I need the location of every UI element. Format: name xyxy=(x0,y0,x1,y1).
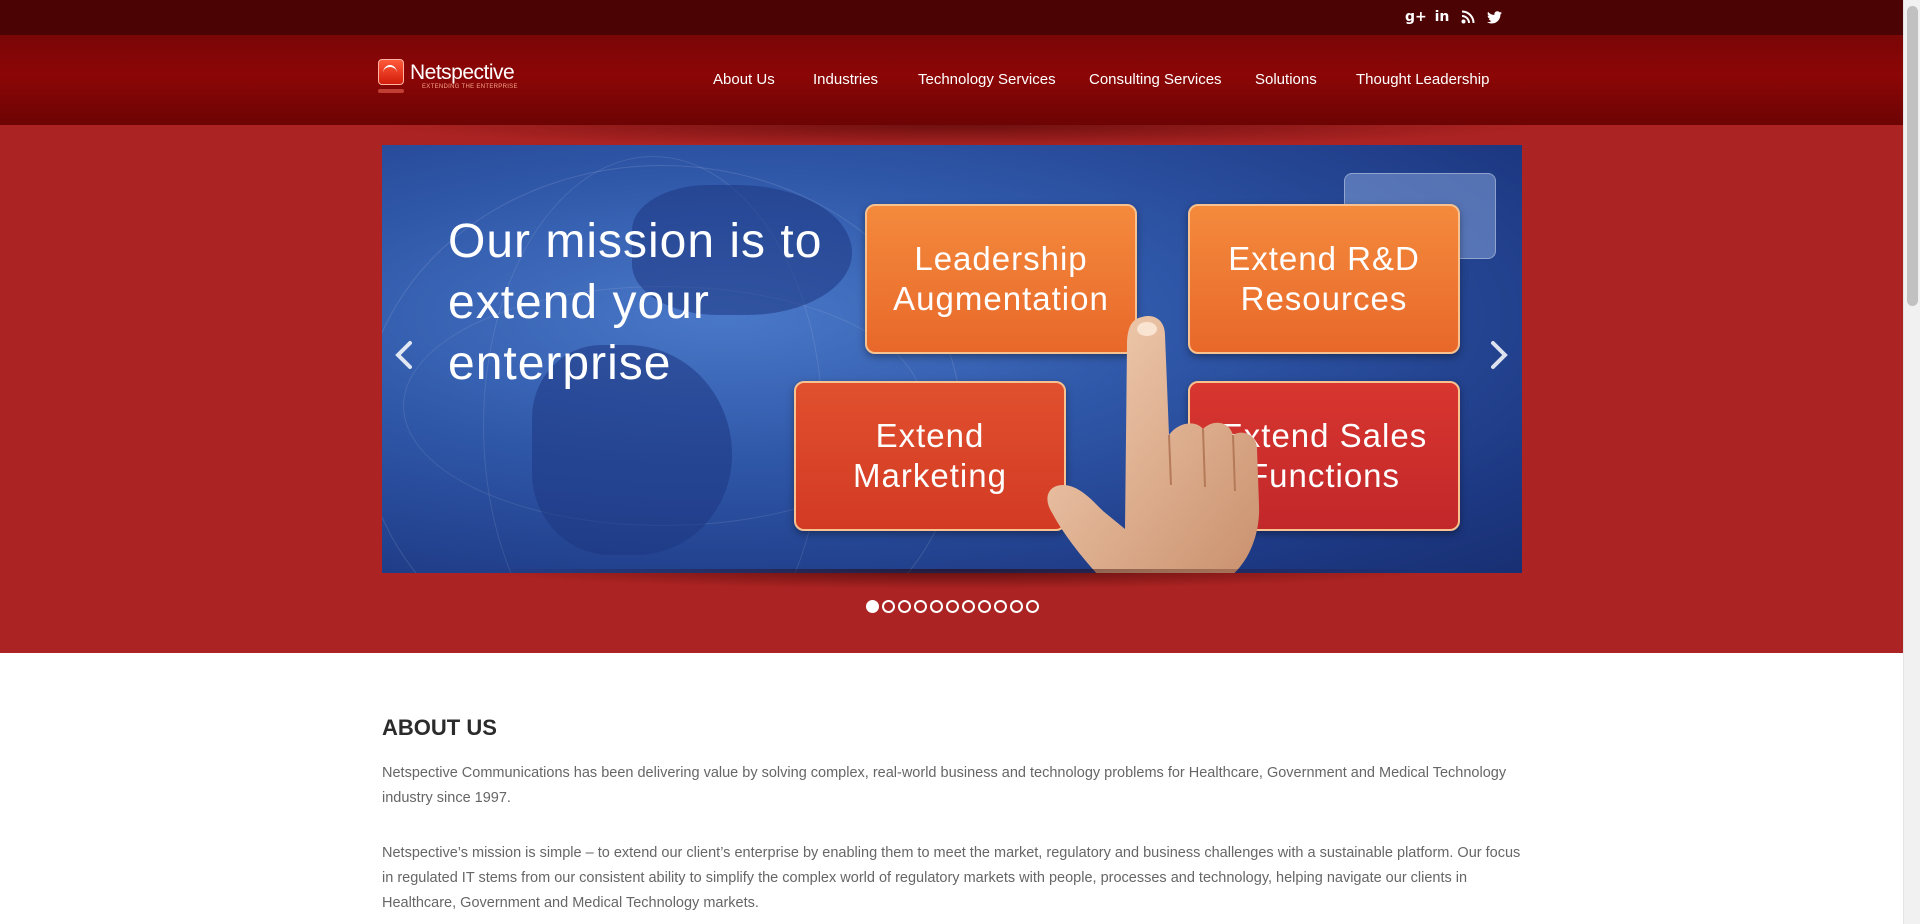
slider-next-arrow[interactable] xyxy=(1487,335,1511,375)
nav-about-us[interactable]: About Us xyxy=(713,71,775,88)
google-plus-glyph: g+ xyxy=(1405,9,1427,25)
slider-dot-7[interactable] xyxy=(962,600,975,613)
slider-pagination xyxy=(866,600,1039,614)
hero-slide[interactable]: Our mission is to extend your enterprise… xyxy=(382,145,1522,573)
slider-dot-4[interactable] xyxy=(914,600,927,613)
rss-icon[interactable] xyxy=(1458,8,1478,26)
top-bar: g+ in xyxy=(0,0,1903,35)
slider-dot-6[interactable] xyxy=(946,600,959,613)
tile-extend-marketing: Extend Marketing xyxy=(794,381,1066,531)
slider-dot-9[interactable] xyxy=(994,600,1007,613)
slider-dot-11[interactable] xyxy=(1026,600,1039,613)
google-plus-icon[interactable]: g+ xyxy=(1405,8,1427,26)
main-navbar: Netspective EXTENDING THE ENTERPRISE Abo… xyxy=(0,35,1903,125)
linkedin-glyph: in xyxy=(1434,9,1450,25)
twitter-bird-graphic xyxy=(1486,11,1502,24)
page-scrollbar[interactable] xyxy=(1903,0,1920,924)
slider-dot-10[interactable] xyxy=(1010,600,1023,613)
logo-reflection xyxy=(378,89,404,93)
logo-tagline: EXTENDING THE ENTERPRISE xyxy=(422,84,518,90)
nav-industries[interactable]: Industries xyxy=(813,71,878,88)
nav-technology-services[interactable]: Technology Services xyxy=(918,71,1056,88)
nav-thought-leadership[interactable]: Thought Leadership xyxy=(1356,71,1489,88)
slider-dot-8[interactable] xyxy=(978,600,991,613)
slider-dot-3[interactable] xyxy=(898,600,911,613)
slider-dot-2[interactable] xyxy=(882,600,895,613)
mission-headline: Our mission is to extend your enterprise xyxy=(448,215,823,390)
navbar-shadow xyxy=(380,125,1540,147)
slider-dot-5[interactable] xyxy=(930,600,943,613)
nav-consulting-services[interactable]: Consulting Services xyxy=(1089,71,1222,88)
linkedin-icon[interactable]: in xyxy=(1432,8,1452,26)
rss-graphic xyxy=(1461,10,1475,24)
slide-shadow xyxy=(470,569,1440,589)
slider-dot-1[interactable] xyxy=(866,600,879,613)
about-paragraph-1: Netspective Communications has been deli… xyxy=(382,765,1507,806)
pointing-hand-image xyxy=(1047,316,1260,573)
chevron-right-icon xyxy=(1491,341,1508,369)
slider-prev-arrow[interactable] xyxy=(392,335,416,375)
nav-solutions[interactable]: Solutions xyxy=(1255,71,1317,88)
page: g+ in Netspective EXTENDING THE ENTERPRI… xyxy=(0,0,1903,924)
about-heading: ABOUT US xyxy=(382,715,497,740)
chevron-left-icon xyxy=(395,341,412,369)
netspective-logo[interactable]: Netspective EXTENDING THE ENTERPRISE xyxy=(378,59,518,95)
logo-name: Netspective xyxy=(410,61,515,84)
about-paragraph-2: Netspective’s mission is simple – to ext… xyxy=(382,845,1521,911)
hero-section: Our mission is to extend your enterprise… xyxy=(0,125,1903,653)
scrollbar-thumb[interactable] xyxy=(1907,6,1918,306)
twitter-icon[interactable] xyxy=(1484,8,1504,26)
logo-mark-icon xyxy=(378,59,404,85)
